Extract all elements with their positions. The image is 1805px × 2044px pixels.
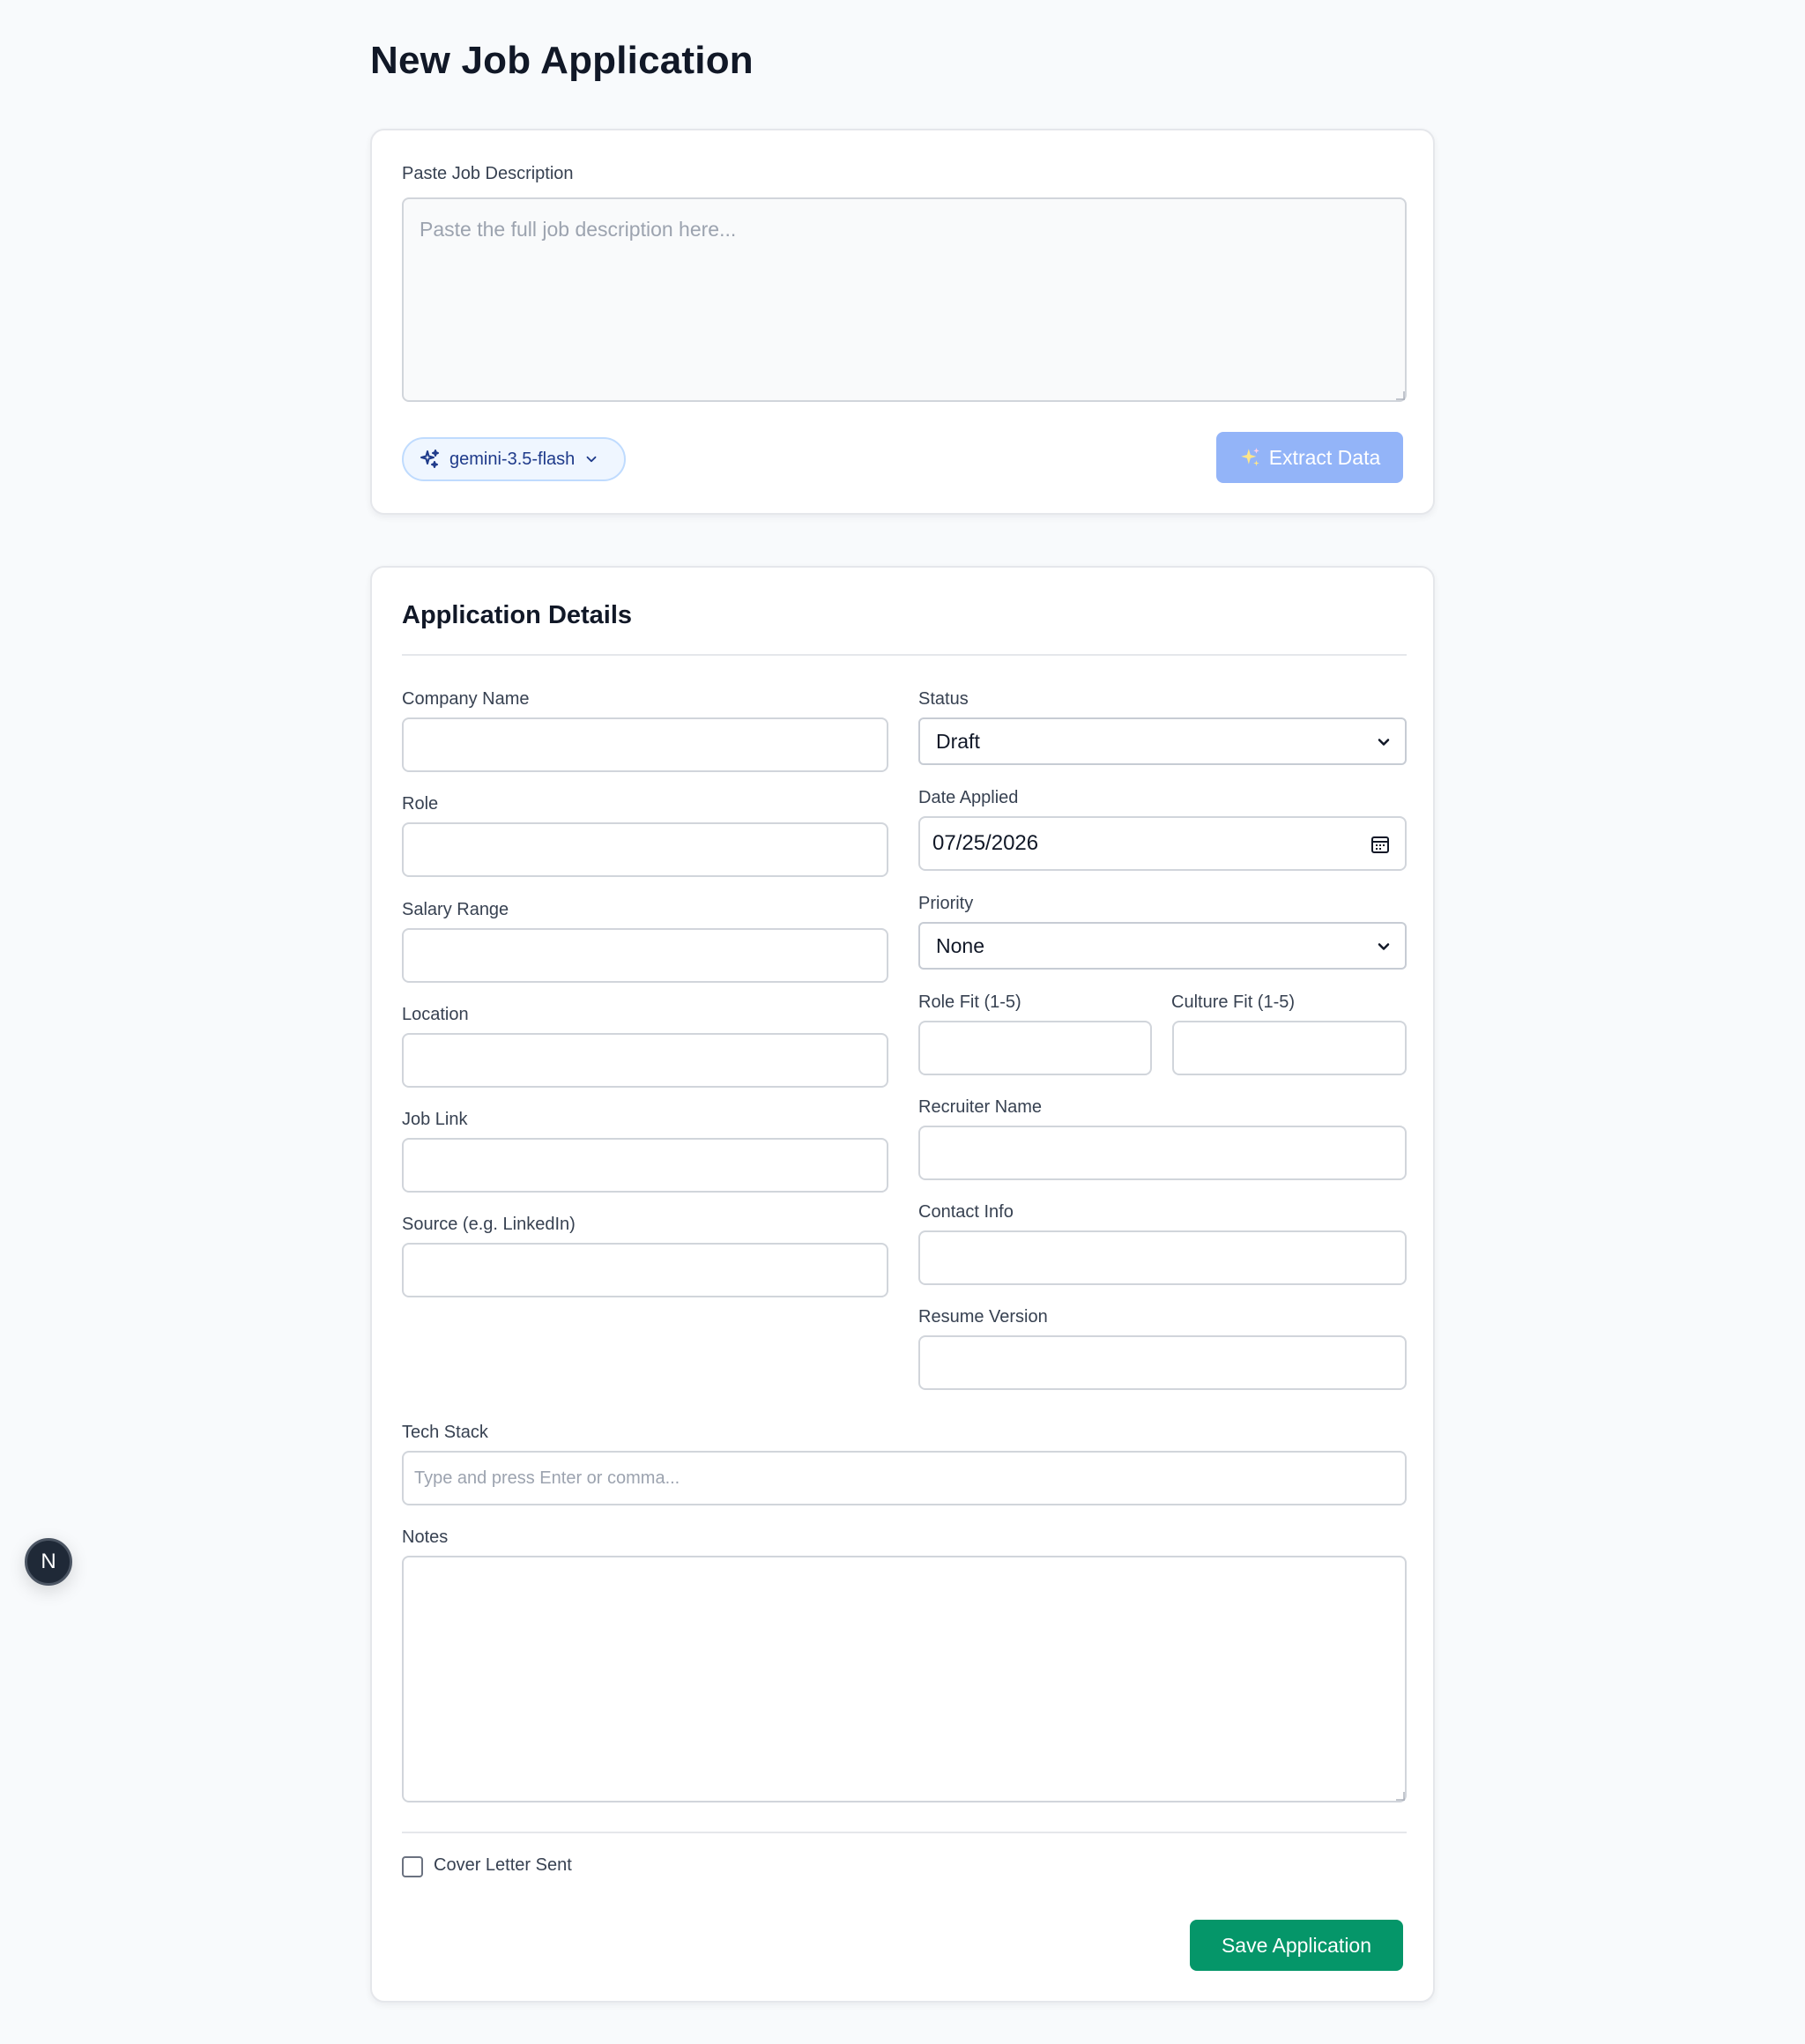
culture-fit-input[interactable]: [1172, 1021, 1407, 1075]
resume-version-input[interactable]: [918, 1335, 1407, 1390]
resize-grip-icon[interactable]: [1396, 1792, 1405, 1801]
chevron-down-icon: [586, 456, 597, 463]
job-description-input[interactable]: [402, 197, 1407, 402]
sparkles-icon: [1240, 448, 1259, 466]
notes-label: Notes: [402, 1527, 449, 1547]
salary-range-input[interactable]: [402, 928, 888, 983]
source-label: Source (e.g. LinkedIn): [402, 1215, 576, 1234]
role-fit-label: Role Fit (1-5): [918, 992, 1021, 1012]
source-input[interactable]: [402, 1243, 888, 1297]
cover-letter-checkbox[interactable]: [402, 1856, 423, 1877]
priority-select[interactable]: None: [918, 922, 1407, 970]
footer-divider: [402, 1832, 1407, 1833]
resume-version-label: Resume Version: [918, 1307, 1048, 1327]
chevron-down-icon: [1378, 943, 1390, 950]
chevron-down-icon: [1378, 739, 1390, 746]
calendar-icon[interactable]: [1370, 834, 1391, 855]
page-title: New Job Application: [370, 39, 754, 82]
extract-data-label: Extract Data: [1268, 445, 1381, 469]
culture-fit-label: Culture Fit (1-5): [1171, 992, 1296, 1012]
resize-grip-icon[interactable]: [1396, 391, 1405, 400]
role-input[interactable]: [402, 822, 888, 877]
contact-info-input[interactable]: [918, 1230, 1407, 1285]
cover-letter-label[interactable]: Cover Letter Sent: [434, 1855, 572, 1876]
role-fit-input[interactable]: [918, 1021, 1152, 1075]
job-link-label: Job Link: [402, 1110, 468, 1129]
tech-stack-label: Tech Stack: [402, 1423, 488, 1442]
job-link-input[interactable]: [402, 1138, 888, 1193]
save-application-button[interactable]: Save Application: [1190, 1920, 1403, 1971]
priority-value: None: [936, 933, 984, 957]
model-selector[interactable]: gemini-3.5-flash: [402, 437, 626, 481]
sparkle-cluster-icon: [420, 450, 439, 468]
priority-label: Priority: [918, 894, 974, 913]
application-details-card: Application Details Company Name Role Sa…: [370, 566, 1435, 2003]
location-input[interactable]: [402, 1033, 888, 1088]
company-name-label: Company Name: [402, 689, 530, 709]
salary-range-label: Salary Range: [402, 900, 509, 919]
recruiter-name-label: Recruiter Name: [918, 1097, 1043, 1117]
tech-stack-input[interactable]: [402, 1451, 1407, 1505]
date-applied-value: 07/25/2026: [932, 831, 1039, 855]
badge-letter: N: [41, 1550, 56, 1573]
role-label: Role: [402, 794, 439, 814]
floating-n-badge[interactable]: N: [25, 1538, 72, 1586]
extract-data-button[interactable]: Extract Data: [1216, 432, 1403, 483]
notes-input[interactable]: [402, 1556, 1407, 1802]
status-select[interactable]: Draft: [918, 717, 1407, 765]
job-description-card: Paste Job Description gemini-3.5-flash E…: [370, 129, 1435, 515]
contact-info-label: Contact Info: [918, 1202, 1014, 1222]
model-name: gemini-3.5-flash: [449, 449, 576, 469]
status-label: Status: [918, 689, 969, 709]
job-description-label: Paste Job Description: [402, 164, 574, 183]
status-value: Draft: [936, 729, 980, 753]
date-applied-label: Date Applied: [918, 788, 1019, 807]
date-applied-input[interactable]: 07/25/2026: [918, 816, 1407, 871]
recruiter-name-input[interactable]: [918, 1126, 1407, 1180]
company-name-input[interactable]: [402, 717, 888, 772]
location-label: Location: [402, 1005, 469, 1024]
header-divider: [402, 654, 1407, 656]
application-details-title: Application Details: [402, 601, 633, 629]
